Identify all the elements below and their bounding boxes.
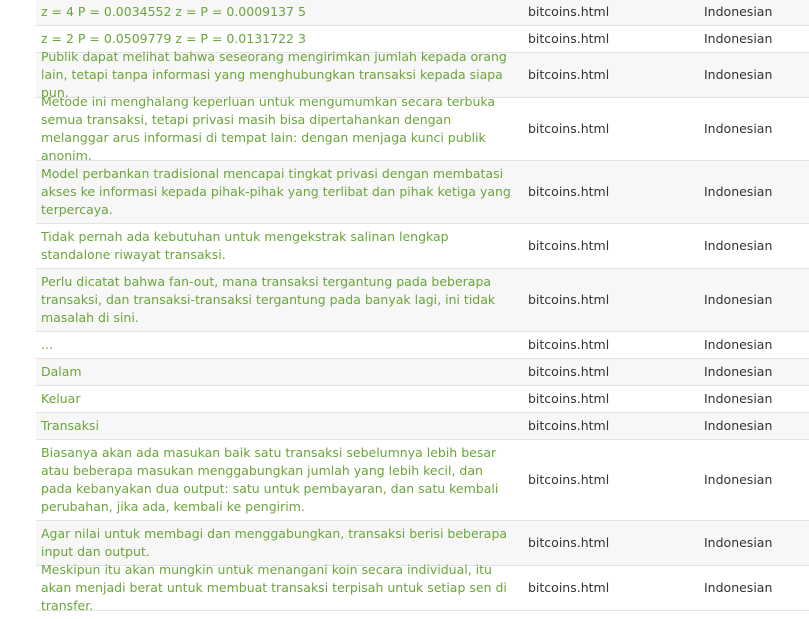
file-name: bitcoins.html [528,292,610,307]
file-name: bitcoins.html [528,31,610,46]
table-row: z = 4 P = 0.0034552 z = P = 0.0009137 5 … [36,0,809,26]
source-text-link[interactable]: Biasanya akan ada masukan baik satu tran… [36,440,518,520]
source-text-link[interactable]: Meskipun itu akan mungkin untuk menangan… [36,557,518,619]
table-row: ... bitcoins.html Indonesian [36,332,809,359]
source-text-link[interactable]: z = 4 P = 0.0034552 z = P = 0.0009137 5 [36,0,518,25]
language-name: Indonesian [704,337,773,352]
table-row: Perlu dicatat bahwa fan-out, mana transa… [36,269,809,332]
language-name: Indonesian [704,580,773,595]
table-row: Keluar bitcoins.html Indonesian [36,386,809,413]
file-name: bitcoins.html [528,337,610,352]
language-name: Indonesian [704,292,773,307]
language-name: Indonesian [704,3,773,19]
translation-table: z = 4 P = 0.0034552 z = P = 0.0009137 5 … [36,0,809,613]
file-name: bitcoins.html [528,184,610,199]
table-row: Meskipun itu akan mungkin untuk menangan… [36,562,809,613]
language-name: Indonesian [704,121,773,136]
source-text-link[interactable]: ... [36,332,518,358]
language-name: Indonesian [704,472,773,487]
file-name: bitcoins.html [528,391,610,406]
language-name: Indonesian [704,391,773,406]
source-text-link[interactable]: Metode ini menghalang keperluan untuk me… [36,89,518,169]
language-name: Indonesian [704,31,773,46]
file-name: bitcoins.html [528,3,610,19]
table-row: Transaksi bitcoins.html Indonesian [36,413,809,440]
file-name: bitcoins.html [528,472,610,487]
language-name: Indonesian [704,67,773,82]
file-name: bitcoins.html [528,364,610,379]
source-text-link[interactable]: Transaksi [36,413,518,439]
source-text-link[interactable]: Tidak pernah ada kebutuhan untuk mengeks… [36,224,518,268]
file-name: bitcoins.html [528,121,610,136]
language-name: Indonesian [704,418,773,433]
language-name: Indonesian [704,184,773,199]
language-name: Indonesian [704,364,773,379]
table-row: Tidak pernah ada kebutuhan untuk mengeks… [36,224,809,269]
source-text-link[interactable]: Perlu dicatat bahwa fan-out, mana transa… [36,269,518,331]
language-name: Indonesian [704,535,773,550]
source-text-link[interactable]: Dalam [36,359,518,385]
table-row: Biasanya akan ada masukan baik satu tran… [36,440,809,521]
table-row: Metode ini menghalang keperluan untuk me… [36,94,809,163]
language-name: Indonesian [704,238,773,253]
table-row: Dalam bitcoins.html Indonesian [36,359,809,386]
file-name: bitcoins.html [528,67,610,82]
file-name: bitcoins.html [528,418,610,433]
table-row: Model perbankan tradisional mencapai tin… [36,161,809,224]
file-name: bitcoins.html [528,580,610,595]
file-name: bitcoins.html [528,535,610,550]
source-text-link[interactable]: Model perbankan tradisional mencapai tin… [36,161,518,223]
file-name: bitcoins.html [528,238,610,253]
source-text-link[interactable]: Keluar [36,386,518,412]
